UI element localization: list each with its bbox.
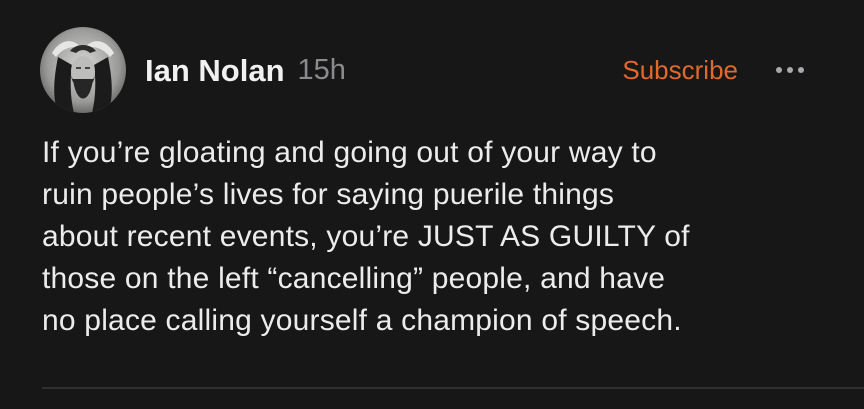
- subscribe-button[interactable]: Subscribe: [622, 57, 738, 83]
- author-name[interactable]: Ian Nolan: [145, 55, 285, 86]
- post-body-line: no place calling yourself a champion of …: [42, 304, 682, 337]
- more-horizontal-icon[interactable]: [776, 60, 804, 80]
- post-header: Ian Nolan 15h Subscribe: [40, 27, 804, 113]
- avatar-image: [40, 27, 126, 113]
- post-body-line: about recent events, you’re JUST AS GUIL…: [42, 220, 690, 253]
- post-body-line: If you’re gloating and going out of your…: [42, 136, 657, 169]
- post-divider: [42, 387, 864, 389]
- more-dot: [798, 67, 804, 73]
- post-body-line: ruin people’s lives for saying puerile t…: [42, 178, 615, 211]
- post-body-line: those on the left “cancelling” people, a…: [42, 262, 666, 295]
- more-dot: [787, 67, 793, 73]
- post-body: If you’re gloating and going out of your…: [42, 132, 842, 342]
- avatar[interactable]: [40, 27, 126, 113]
- more-dot: [776, 67, 782, 73]
- post-card: Ian Nolan 15h Subscribe If you’re gloati…: [0, 0, 864, 409]
- post-timestamp: 15h: [297, 53, 346, 86]
